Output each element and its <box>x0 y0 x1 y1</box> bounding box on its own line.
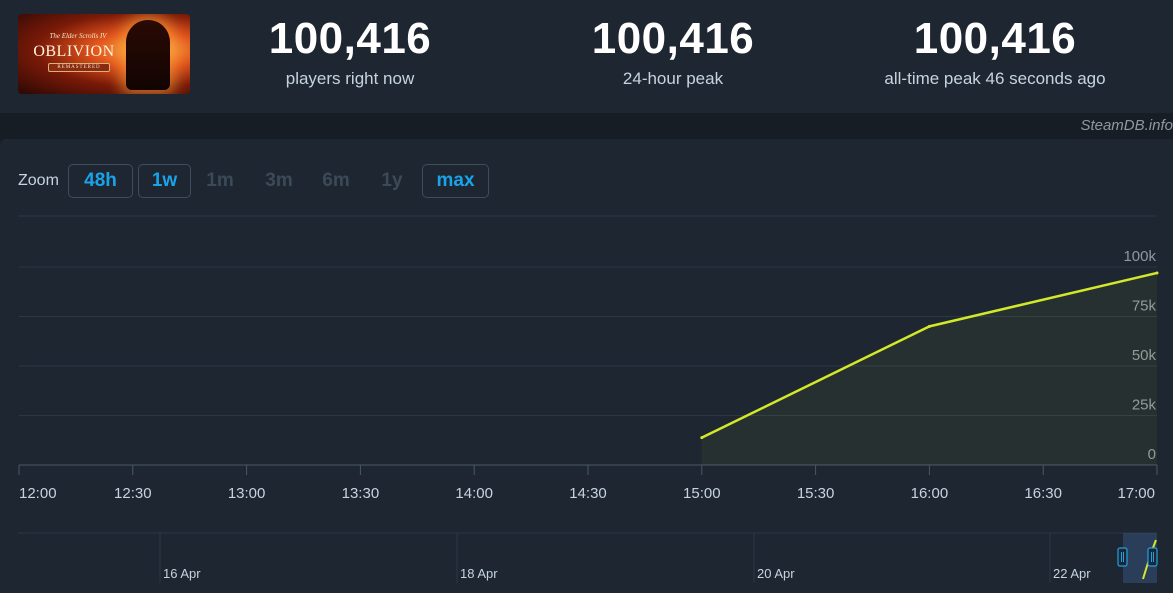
navigator-date-label: 16 Apr <box>163 566 201 581</box>
x-tick-label: 16:00 <box>911 485 949 502</box>
series-point <box>927 324 931 328</box>
player-count-chart: 025k50k75k100k12:00 12:30 13:00 13:30 14:00 1… <box>18 215 1159 583</box>
x-tick-label: 13:00 <box>228 485 266 502</box>
y-tick-label: 100k <box>1123 248 1156 265</box>
series-point <box>700 436 704 440</box>
series-point <box>1155 271 1159 275</box>
x-tick-label: 17:00 <box>1117 485 1155 502</box>
x-tick-label: 14:00 <box>455 485 493 502</box>
navigator-date-label: 22 Apr <box>1053 566 1091 581</box>
x-tick-label: 14:30 <box>569 485 607 502</box>
navigator-right-handle[interactable] <box>1147 547 1158 567</box>
navigator-left-handle[interactable] <box>1117 547 1128 567</box>
navigator-date-label: 18 Apr <box>460 566 498 581</box>
x-tick-label: 13:30 <box>342 485 380 502</box>
navigator-date-label: 20 Apr <box>757 566 795 581</box>
x-tick-label: 15:30 <box>797 485 835 502</box>
x-tick-label: 16:30 <box>1024 485 1062 502</box>
x-tick-label: 15:00 <box>683 485 721 502</box>
series-area <box>701 272 1157 465</box>
x-tick-label: 12:00 <box>19 485 57 502</box>
x-tick-label: 12:30 <box>114 485 152 502</box>
